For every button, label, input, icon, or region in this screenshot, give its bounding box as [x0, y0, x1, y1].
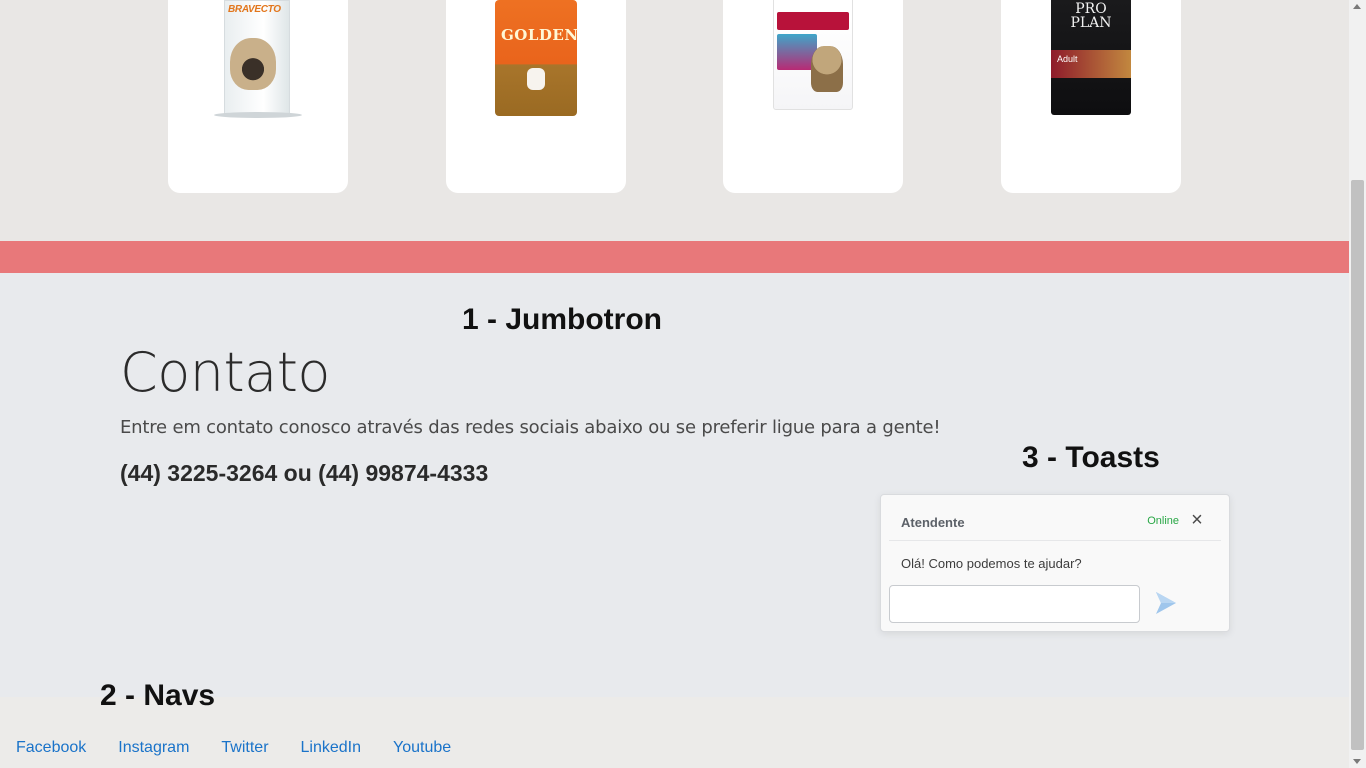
- pug-image: [230, 38, 276, 90]
- golden-bag: [495, 0, 577, 116]
- product-variant: Adult: [1057, 54, 1078, 64]
- product-brand: GOLDEN: [501, 26, 579, 44]
- product-brand: PRO PLAN: [1070, 1, 1112, 31]
- contact-lead: Entre em contato conosco através das red…: [120, 417, 941, 438]
- section-label-toasts: 3 - Toasts: [1022, 441, 1160, 474]
- nav-link-youtube[interactable]: Youtube: [377, 739, 467, 757]
- product-card-proplan[interactable]: PRO PLAN Adult: [1001, 0, 1181, 193]
- scroll-down-icon[interactable]: [1353, 759, 1361, 764]
- contact-title: Contato: [120, 341, 330, 404]
- dog-image: [527, 68, 545, 90]
- toast-title: Atendente: [901, 515, 965, 530]
- product-image-bravecto[interactable]: BRAVECTO: [214, 0, 302, 118]
- nav-link-facebook[interactable]: Facebook: [0, 739, 102, 757]
- chat-message-input[interactable]: [889, 585, 1140, 623]
- close-icon[interactable]: ×: [1187, 510, 1207, 530]
- product-card-golden[interactable]: GOLDEN: [446, 0, 626, 193]
- product-brand: BRAVECTO: [228, 4, 281, 15]
- vertical-scrollbar[interactable]: [1349, 0, 1366, 768]
- section-label-jumbotron: 1 - Jumbotron: [462, 303, 662, 336]
- nav-link-twitter[interactable]: Twitter: [205, 739, 284, 757]
- accent-divider-bar: [0, 241, 1349, 273]
- jumbotron: 1 - Jumbotron Contato Entre em contato c…: [0, 273, 1349, 697]
- nav-link-instagram[interactable]: Instagram: [102, 739, 205, 757]
- product-card-bravecto[interactable]: BRAVECTO: [168, 0, 348, 193]
- chat-toast: Atendente Online × Olá! Como podemos te …: [880, 494, 1230, 632]
- send-arrow-icon[interactable]: [1155, 591, 1177, 615]
- product-image-golden[interactable]: GOLDEN: [495, 0, 579, 118]
- social-nav: Facebook Instagram Twitter LinkedIn Yout…: [0, 739, 467, 757]
- scroll-thumb[interactable]: [1351, 180, 1364, 750]
- status-badge: Online: [1147, 515, 1179, 527]
- products-strip: BRAVECTO GOLDEN PRO PLAN Adult: [0, 0, 1349, 241]
- product-card-hills[interactable]: [723, 0, 903, 193]
- product-image-proplan[interactable]: PRO PLAN Adult: [1051, 0, 1131, 116]
- product-shadow: [214, 112, 302, 118]
- toast-message: Olá! Como podemos te ajudar?: [901, 556, 1082, 571]
- navs-section: 2 - Navs Facebook Instagram Twitter Link…: [0, 679, 1349, 768]
- toast-header: Atendente Online ×: [889, 503, 1221, 541]
- section-label-navs: 2 - Navs: [100, 679, 216, 712]
- nav-link-linkedin[interactable]: LinkedIn: [285, 739, 378, 757]
- contact-phone: (44) 3225-3264 ou (44) 99874-4333: [120, 460, 489, 486]
- page-viewport: BRAVECTO GOLDEN PRO PLAN Adult 1 - Jumbo…: [0, 0, 1349, 768]
- hills-band: [777, 12, 849, 30]
- dog-image: [811, 46, 843, 92]
- scroll-up-icon[interactable]: [1353, 4, 1361, 9]
- product-image-hills[interactable]: [773, 0, 853, 112]
